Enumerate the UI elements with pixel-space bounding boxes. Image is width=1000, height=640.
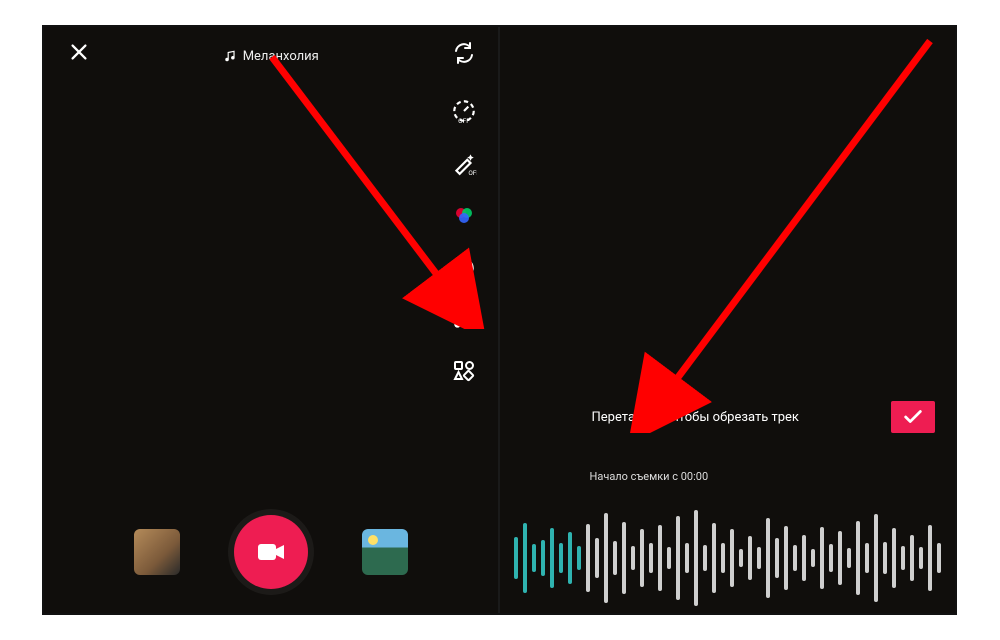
waveform-bar [694,510,698,606]
trim-hint-text: Перетащите, чтобы обрезать трек [592,410,799,425]
waveform-bar [676,516,680,600]
waveform-bar [784,526,788,590]
waveform-bar [730,529,734,587]
waveform-bar [532,544,536,572]
waveform-bar [604,513,608,603]
waveform-bar [856,521,860,595]
effects-button[interactable] [134,529,180,575]
annotation-arrow-right [620,33,956,433]
waveform-bar [640,529,644,587]
svg-text:3: 3 [461,264,467,275]
waveform-bar [559,543,563,573]
waveform-bar [910,535,914,581]
top-bar: Меланхолия [44,41,498,71]
confirm-trim-button[interactable] [891,401,935,433]
waveform-bar [658,525,662,591]
waveform-bar [766,518,770,598]
waveform-bar [919,547,923,569]
waveform-bar [712,523,716,593]
waveform-bar [586,524,590,592]
flip-camera-button[interactable] [452,41,476,65]
waveform-bar [595,538,599,578]
waveform-bar [577,546,581,570]
waveform-bar [721,543,725,573]
start-time-text: Начало съемки с 00:00 [590,470,709,483]
waveform-bar [793,545,797,571]
svg-text:OFF: OFF [458,117,470,124]
tutorial-side-by-side: Меланхолия OFF OFF 3 [42,25,957,615]
more-effects-icon[interactable] [450,357,478,385]
sound-title-text: Меланхолия [243,49,319,64]
waveform-bar [883,542,887,574]
waveform-bar [748,536,752,580]
waveform-scrubber[interactable] [500,503,956,613]
waveform-bar [514,537,518,579]
waveform-bar [667,547,671,569]
checkmark-icon [902,406,924,428]
upload-gallery-button[interactable] [362,529,408,575]
waveform-bar [829,544,833,572]
waveform-bar [622,522,626,594]
svg-text:OFF: OFF [468,169,477,176]
waveform-bar [928,525,932,591]
selected-sound[interactable]: Меланхолия [223,49,319,64]
waveform-bar [847,548,851,568]
camera-screen: Меланхолия OFF OFF 3 [44,27,500,613]
waveform-bar [550,528,554,588]
close-button[interactable] [68,41,90,63]
beauty-icon[interactable]: OFF [450,149,478,177]
waveform-bar [703,545,707,571]
waveform-bar [937,543,941,573]
record-button[interactable] [234,515,308,589]
waveform-bar [568,532,572,584]
speed-icon[interactable]: OFF [450,97,478,125]
waveform-bar [802,535,806,581]
video-camera-icon [256,540,286,564]
music-note-icon [223,49,237,63]
waveform-bar [541,540,545,576]
waveform-bar [901,546,905,570]
waveform-bar [613,541,617,575]
waveform-bar [865,543,869,573]
waveform-bar [838,531,842,585]
waveform-bar [775,538,779,578]
bottom-bar [44,515,498,589]
waveform-bar [649,543,653,573]
sound-cut-icon[interactable] [450,305,478,333]
timer-icon[interactable]: 3 [450,253,478,281]
filters-icon[interactable] [450,201,478,229]
waveform-bar [820,527,824,589]
waveform-bar [892,528,896,588]
waveform-bar [757,547,761,569]
waveform-bar [874,514,878,602]
tool-sidebar: OFF OFF 3 [450,97,478,385]
waveform-bar [685,543,689,573]
trim-sound-screen: Перетащите, чтобы обрезать трек Начало с… [500,27,956,613]
waveform-bar [523,523,527,593]
waveform-bar [811,549,815,567]
waveform-bar [631,546,635,570]
waveform-bar [739,549,743,567]
